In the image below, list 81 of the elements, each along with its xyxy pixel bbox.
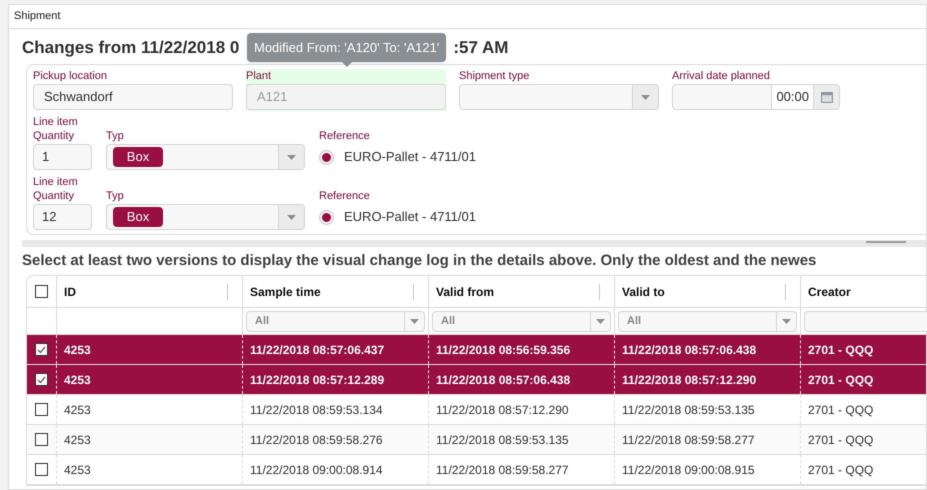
table-cell-text: 11/22/2018 08:59:53.134 bbox=[250, 402, 383, 418]
table-row[interactable]: 4253 11/22/2018 08:57:12.289 11/22/2018 08:57:06.438 11/22/2018 08:57:12.290 2701 - QQQ bbox=[27, 365, 926, 395]
field-label: Plant bbox=[246, 69, 272, 83]
quantity-field[interactable]: 1 bbox=[33, 144, 92, 170]
table-cell-text: 11/22/2018 08:59:58.277 bbox=[622, 432, 755, 448]
column-header[interactable]: Valid to bbox=[622, 282, 785, 300]
table-cell-text: 2701 - QQQ bbox=[808, 462, 874, 478]
field-label: Pickup location bbox=[33, 69, 108, 83]
table-cell-text: 4253 bbox=[64, 342, 91, 358]
table-cell-text: 11/22/2018 08:57:06.438 bbox=[622, 342, 756, 358]
field-label: Reference bbox=[319, 129, 371, 143]
caret-icon bbox=[596, 318, 605, 324]
checkbox[interactable] bbox=[35, 433, 48, 446]
table-row[interactable]: 4253 11/22/2018 08:57:06.437 11/22/2018 08:56:59.356 11/22/2018 08:57:06.438 2701 - QQQ bbox=[27, 335, 926, 365]
type-tag: Box bbox=[113, 207, 163, 227]
time-value: 00:00 bbox=[771, 85, 813, 109]
table-cell-text: 4253 bbox=[64, 432, 91, 448]
quantity-field[interactable]: 12 bbox=[33, 204, 92, 230]
table-cell-text: 11/22/2018 08:59:53.135 bbox=[436, 432, 569, 448]
field-label: Reference bbox=[319, 189, 371, 203]
reference-value: EURO-Pallet - 4711/01 bbox=[344, 148, 476, 166]
table-cell-text: 4253 bbox=[64, 372, 91, 388]
caret-icon bbox=[287, 214, 296, 220]
checkbox[interactable] bbox=[35, 463, 48, 476]
filter-field[interactable] bbox=[804, 310, 927, 332]
field-label: Typ bbox=[106, 189, 125, 203]
table-cell-text: 11/22/2018 08:57:12.290 bbox=[622, 372, 756, 388]
window-title: Shipment bbox=[9, 5, 926, 29]
radio-button[interactable] bbox=[319, 150, 334, 164]
table-row[interactable]: 4253 11/22/2018 08:59:58.276 11/22/2018 08:59:53.135 11/22/2018 08:59:58.277 2701 - QQQ bbox=[27, 425, 926, 455]
checkbox[interactable] bbox=[35, 403, 48, 416]
instruction-text: Select at least two versions to display the visual change log in the details above. Only the oldest and the newes bbox=[22, 250, 818, 271]
field-label: Arrival date planned bbox=[672, 69, 771, 83]
field-label: Line item bbox=[33, 175, 79, 189]
column-header[interactable]: ID bbox=[64, 282, 227, 300]
table-cell-text: 11/22/2018 08:57:12.290 bbox=[436, 402, 569, 418]
field-label: Quantity bbox=[33, 189, 75, 203]
field-label: Quantity bbox=[33, 129, 75, 143]
table-cell-text: 4253 bbox=[64, 402, 91, 418]
table-cell-text: 11/22/2018 09:00:08.914 bbox=[250, 462, 383, 478]
text-field[interactable]: Schwandorf bbox=[33, 84, 233, 110]
checkmark-icon bbox=[37, 376, 46, 384]
column-header[interactable]: Sample time bbox=[250, 282, 413, 300]
field-label: Typ bbox=[106, 129, 125, 143]
checkbox[interactable] bbox=[35, 285, 48, 298]
table-cell-text: 11/22/2018 08:57:06.437 bbox=[250, 342, 384, 358]
table-cell-text: 4253 bbox=[64, 462, 91, 478]
radio-button[interactable] bbox=[319, 210, 334, 224]
date-field[interactable]: 00:00 bbox=[672, 84, 840, 110]
table-cell-text: 2701 - QQQ bbox=[808, 432, 874, 448]
checkmark-icon bbox=[37, 346, 46, 354]
table-cell-text: 2701 - QQQ bbox=[808, 402, 874, 418]
field-label: Shipment type bbox=[459, 69, 530, 83]
table-cell-text: 2701 - QQQ bbox=[808, 372, 874, 388]
caret-icon bbox=[287, 154, 296, 160]
reference-value: EURO-Pallet - 4711/01 bbox=[344, 208, 476, 226]
column-header[interactable]: Creator bbox=[808, 282, 926, 300]
calendar-icon[interactable] bbox=[820, 91, 832, 103]
type-tag: Box bbox=[113, 147, 163, 167]
tooltip: Modified From: 'A120' To: 'A121' bbox=[247, 33, 446, 67]
column-header[interactable]: Valid from bbox=[436, 282, 599, 300]
caret-icon bbox=[410, 318, 419, 324]
table-cell-text: 11/22/2018 08:57:06.438 bbox=[436, 372, 570, 388]
heading: :57 AM bbox=[453, 36, 508, 58]
checkbox[interactable] bbox=[35, 343, 48, 356]
table-cell-text: 11/22/2018 08:59:53.135 bbox=[622, 402, 755, 418]
table-row[interactable]: 4253 11/22/2018 08:59:53.134 11/22/2018 08:57:12.290 11/22/2018 08:59:53.135 2701 - QQQ bbox=[27, 395, 926, 425]
type-dropdown[interactable]: Box bbox=[106, 144, 305, 170]
table-cell-text: 11/22/2018 08:59:58.276 bbox=[250, 432, 383, 448]
caret-icon bbox=[641, 94, 650, 100]
table-cell-text: 2701 - QQQ bbox=[808, 342, 874, 358]
type-dropdown[interactable]: Box bbox=[106, 204, 305, 230]
caret-icon bbox=[782, 318, 791, 324]
table-cell-text: 11/22/2018 08:57:12.289 bbox=[250, 372, 384, 388]
table-row[interactable]: 4253 11/22/2018 09:00:08.914 11/22/2018 08:59:58.277 11/22/2018 09:00:08.915 2701 - QQQ bbox=[27, 455, 926, 485]
heading: Changes from 11/22/2018 0 bbox=[22, 36, 240, 59]
table-cell-text: 11/22/2018 08:59:58.277 bbox=[436, 462, 569, 478]
field-label: Line item bbox=[33, 115, 79, 129]
table-cell-text: 11/22/2018 09:00:08.915 bbox=[622, 462, 755, 478]
checkbox[interactable] bbox=[35, 373, 48, 386]
table-cell-text: 11/22/2018 08:56:59.356 bbox=[436, 342, 570, 358]
